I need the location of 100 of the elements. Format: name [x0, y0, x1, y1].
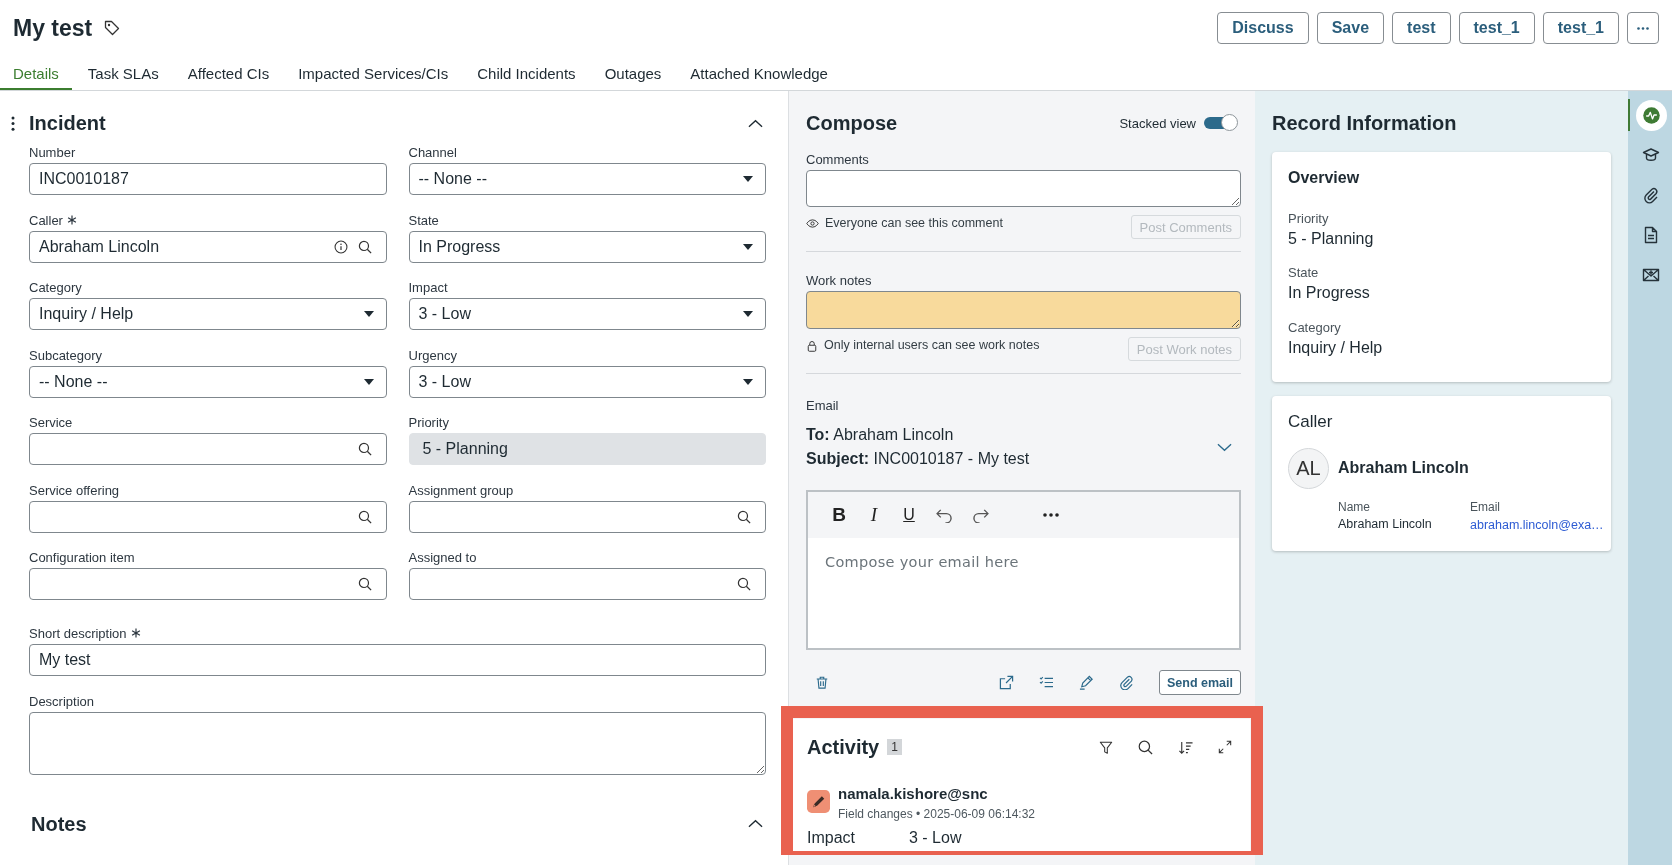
action-button[interactable]: test_1 — [1458, 12, 1535, 44]
comments-field[interactable] — [806, 170, 1241, 207]
sort-icon[interactable] — [1178, 739, 1193, 755]
chevron-up-icon[interactable] — [748, 118, 763, 128]
caret-down-icon — [363, 378, 374, 385]
email-editor[interactable]: B I U Compose your email here — [806, 490, 1241, 650]
filter-icon[interactable] — [1099, 739, 1113, 755]
chevron-down-icon[interactable] — [1217, 442, 1232, 452]
action-button[interactable]: Save — [1316, 12, 1385, 44]
lookup-field[interactable] — [29, 568, 387, 600]
entry-meta: Field changes • 2025-06-09 06:14:32 — [838, 806, 1035, 822]
email-subject: Subject: INC0010187 - My test — [806, 449, 1031, 469]
count-badge: 1 — [887, 739, 902, 755]
expand-icon[interactable] — [1218, 740, 1232, 754]
field-label: Service offering — [29, 482, 120, 498]
tab[interactable]: Task SLAs — [74, 56, 172, 90]
work-notes-field[interactable] — [806, 291, 1241, 329]
action-button[interactable]: test_1 — [1542, 12, 1619, 44]
action-button[interactable]: Discuss — [1217, 12, 1309, 44]
field-label: Assignment group — [408, 482, 514, 498]
text-area[interactable] — [29, 711, 766, 775]
vertical-dots-icon[interactable] — [11, 115, 15, 131]
field-label: Comments — [806, 151, 870, 168]
tab[interactable]: Outages — [591, 56, 675, 90]
lookup-field[interactable] — [408, 568, 766, 600]
toggle-switch[interactable] — [1204, 113, 1238, 133]
caller-name[interactable]: Abraham Lincoln — [1338, 459, 1469, 477]
lookup-field[interactable]: Abraham Lincoln — [29, 230, 387, 263]
document-icon — [1642, 226, 1660, 244]
toggle-label: Stacked view — [1119, 115, 1196, 131]
dropdown[interactable]: -- None -- — [29, 365, 387, 398]
email-link[interactable]: abraham.lincoln@exa… — [1470, 515, 1604, 534]
lookup-field[interactable] — [29, 433, 387, 465]
section-title: Incident — [29, 111, 106, 135]
search-icon[interactable] — [737, 509, 751, 524]
paperclip-icon[interactable] — [1119, 675, 1134, 690]
caret-down-icon — [743, 243, 753, 250]
field-label: Configuration item — [29, 550, 135, 565]
field-label: Description — [29, 693, 95, 709]
search-icon[interactable] — [357, 509, 372, 524]
tab[interactable]: Child Incidents — [464, 56, 589, 90]
envelope-icon — [1642, 266, 1660, 284]
pencil-icon — [807, 790, 830, 813]
author-name[interactable]: namala.kishore@snc — [838, 785, 1035, 803]
tag-icon[interactable] — [104, 20, 121, 36]
avatar: AL — [1288, 447, 1329, 489]
caret-down-icon — [743, 176, 753, 182]
dropdown[interactable]: In Progress — [408, 230, 766, 263]
info-icon[interactable] — [333, 239, 348, 254]
item-value: In Progress — [1288, 283, 1371, 303]
send-email-button[interactable]: Send email — [1159, 670, 1241, 695]
more-button[interactable] — [1627, 12, 1659, 44]
chevron-up-icon[interactable] — [748, 819, 763, 828]
pen-icon[interactable] — [1079, 675, 1094, 690]
search-icon[interactable] — [357, 239, 372, 254]
hint-text: Only internal users can see work notes — [824, 337, 1040, 354]
caret-down-icon — [363, 311, 374, 317]
changed-value: 3 - Low — [909, 830, 963, 846]
search-icon[interactable] — [357, 442, 372, 456]
dropdown[interactable]: 3 - Low — [408, 365, 766, 398]
section-title: Activity — [807, 735, 880, 759]
action-button[interactable]: test — [1392, 12, 1451, 44]
field-label: Assigned to — [408, 550, 477, 565]
dropdown[interactable]: -- None -- — [408, 163, 766, 195]
detail-value: Abraham Lincoln — [1338, 515, 1433, 533]
format-button[interactable]: B — [826, 500, 852, 530]
field-label: State — [408, 212, 439, 228]
search-icon[interactable] — [737, 577, 751, 591]
item-label: Priority — [1288, 209, 1330, 227]
tab[interactable]: Affected CIs — [174, 56, 283, 90]
dropdown[interactable]: Inquiry / Help — [29, 298, 387, 330]
section-title: Compose — [806, 111, 898, 135]
text-field[interactable]: My test — [29, 643, 766, 676]
external-link-icon[interactable] — [999, 675, 1014, 690]
checklist-icon[interactable] — [1039, 676, 1054, 689]
email-recipient: To: Abraham Lincoln — [806, 425, 955, 445]
lookup-field[interactable] — [29, 500, 387, 533]
undo-icon[interactable] — [935, 507, 954, 523]
search-icon[interactable] — [1138, 739, 1153, 755]
format-button[interactable]: I — [861, 500, 887, 530]
search-icon[interactable] — [357, 577, 372, 591]
format-button[interactable]: U — [896, 500, 922, 530]
lookup-field[interactable] — [408, 500, 766, 533]
page-title: My test — [13, 14, 93, 43]
ellipsis-icon[interactable] — [1043, 513, 1059, 517]
field-label: Urgency — [408, 347, 457, 363]
panel-title: Record Information — [1272, 111, 1458, 135]
dropdown[interactable]: 3 - Low — [408, 298, 766, 330]
tab[interactable]: Attached Knowledge — [677, 56, 841, 90]
field-label: Short description — [29, 625, 127, 641]
trash-icon[interactable] — [815, 675, 829, 690]
tab[interactable]: Details — [0, 56, 72, 90]
paperclip-icon — [1642, 186, 1660, 204]
tab[interactable]: Impacted Services/CIs — [285, 56, 462, 90]
redo-icon[interactable] — [971, 507, 990, 523]
eye-icon — [806, 219, 819, 228]
text-field[interactable]: INC0010187 — [29, 163, 387, 195]
field-label: Impact — [408, 280, 448, 295]
item-value: 5 - Planning — [1288, 228, 1375, 249]
item-value: Inquiry / Help — [1288, 337, 1384, 358]
